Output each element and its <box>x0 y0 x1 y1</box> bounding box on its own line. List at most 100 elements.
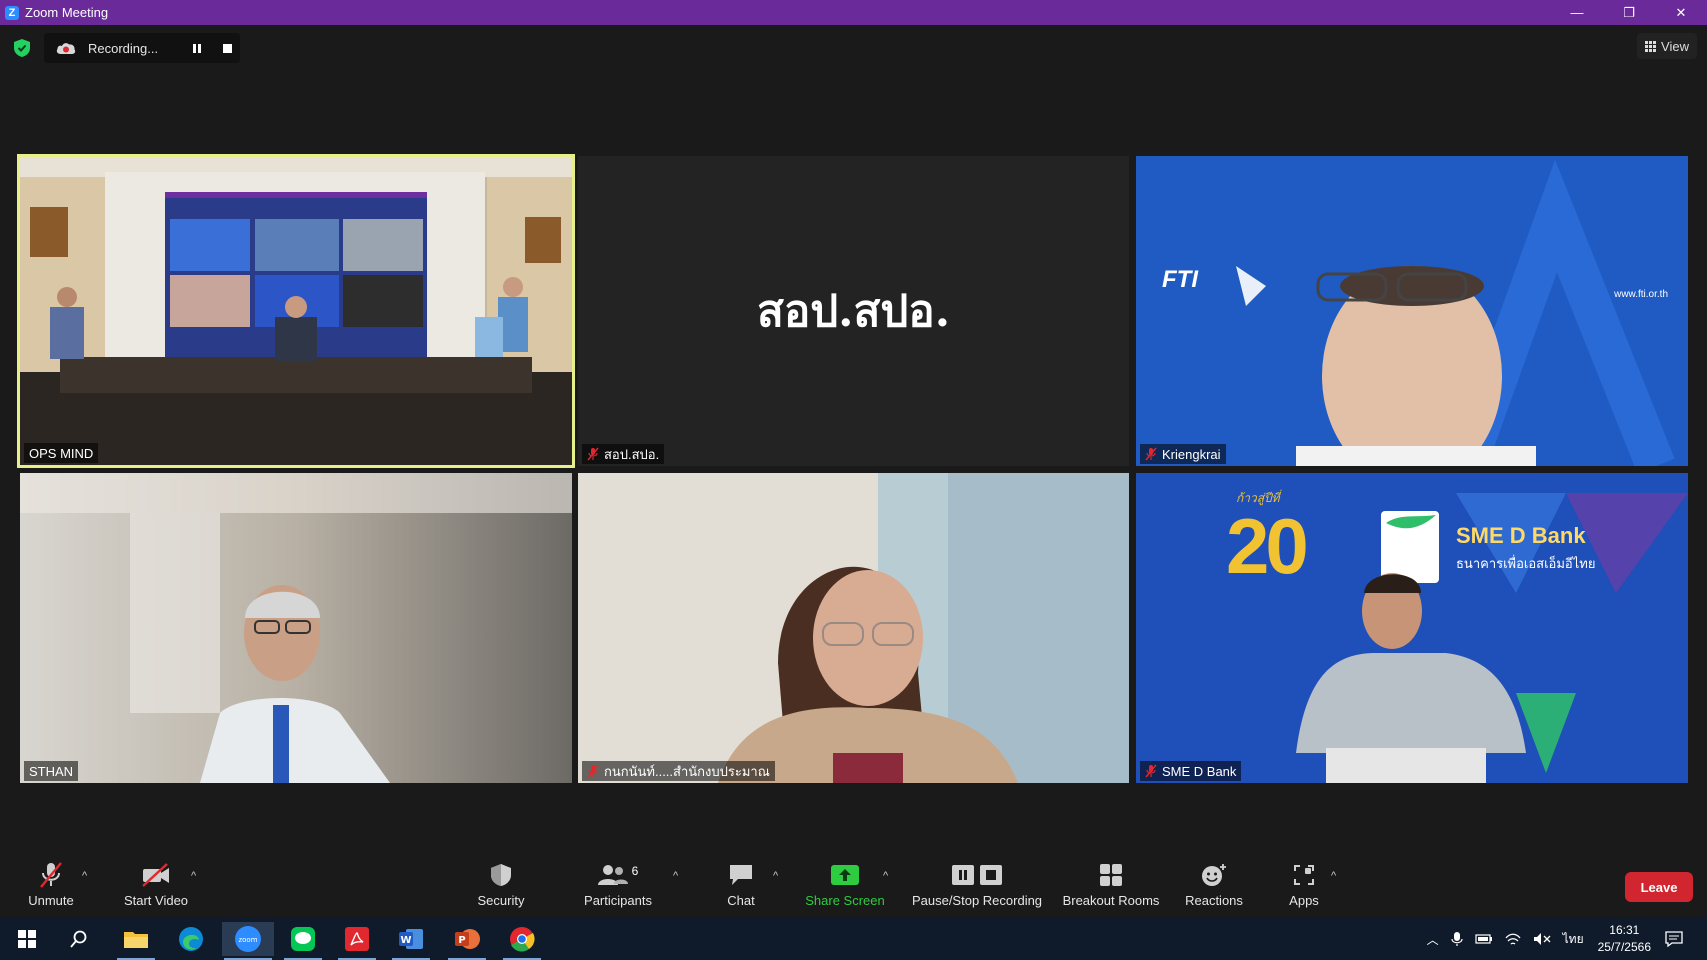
windows-logo-icon <box>18 930 36 948</box>
start-video-label: Start Video <box>123 893 189 908</box>
encryption-shield-icon[interactable] <box>14 39 30 57</box>
svg-text:P: P <box>458 935 465 946</box>
apps-label: Apps <box>1289 893 1319 908</box>
share-screen-button[interactable]: Share Screen <box>802 850 888 915</box>
pause-stop-recording-label: Pause/Stop Recording <box>911 893 1043 908</box>
svg-text:W: W <box>400 935 411 946</box>
taskbar-powerpoint[interactable]: P <box>446 922 488 960</box>
video-tile-sorpor[interactable]: สอป.สปอ. สอป.สปอ. <box>578 156 1129 466</box>
video-tile-sthan[interactable]: STHAN <box>20 473 572 783</box>
windows-taskbar: zoom W P ︿ ไทย 16:31 25/7/2566 <box>0 918 1707 960</box>
chat-options-caret-icon[interactable]: ^ <box>773 870 778 882</box>
microphone-tray-icon[interactable] <box>1451 931 1463 947</box>
video-tile-sme-d-bank[interactable]: ก้าวสู่ปีที่ 20 SME D Bank ธนาคารเพื่อเอ… <box>1136 473 1688 783</box>
video-tile-budget-bureau[interactable]: กนกนันท์.....สำนักงบประมาณ <box>578 473 1129 783</box>
fti-url: www.fti.or.th <box>1614 289 1668 300</box>
participant-name: สอป.สปอ. <box>604 446 660 462</box>
word-icon: W <box>399 929 423 949</box>
taskbar-chrome[interactable] <box>501 922 543 960</box>
taskbar-word[interactable]: W <box>390 922 432 960</box>
taskbar-search-button[interactable] <box>58 922 100 956</box>
share-screen-arrow-icon <box>831 865 859 885</box>
muted-mic-icon <box>587 764 599 778</box>
taskbar-line[interactable] <box>282 922 324 960</box>
video-off-icon <box>142 863 169 887</box>
participant-name: Kriengkrai <box>1162 446 1221 462</box>
video-tile-ops-mind[interactable]: OPS MIND <box>17 154 575 468</box>
breakout-rooms-button[interactable]: Breakout Rooms <box>1061 850 1161 915</box>
security-shield-icon <box>491 864 511 886</box>
search-icon <box>70 930 87 948</box>
chat-label: Chat <box>727 893 755 908</box>
breakout-rooms-icon <box>1100 864 1122 886</box>
start-button[interactable] <box>6 922 48 956</box>
grid-view-icon <box>1645 40 1657 52</box>
taskbar-edge[interactable] <box>170 922 212 956</box>
taskbar-acrobat[interactable] <box>336 922 378 960</box>
stop-recording-button[interactable] <box>220 41 234 55</box>
chat-button[interactable]: Chat <box>720 850 762 915</box>
breakout-rooms-label: Breakout Rooms <box>1062 893 1160 908</box>
pause-recording-button[interactable] <box>190 41 204 55</box>
share-options-caret-icon[interactable]: ^ <box>883 870 888 882</box>
battery-icon[interactable] <box>1475 933 1493 945</box>
meeting-controls-toolbar: Unmute ^ Start Video ^ Security 6 Partic… <box>0 850 1707 915</box>
input-language[interactable]: ไทย <box>1563 930 1584 949</box>
participant-display-name: สอป.สปอ. <box>756 286 951 337</box>
fti-logo: FTI <box>1162 266 1198 293</box>
close-button[interactable]: ✕ <box>1655 0 1707 25</box>
recording-indicator: Recording... <box>44 33 240 63</box>
view-button[interactable]: View <box>1637 33 1697 59</box>
meeting-top-bar: Recording... View <box>0 25 1707 70</box>
minimize-button[interactable]: — <box>1551 0 1603 25</box>
restore-button[interactable]: ❐ <box>1603 0 1655 25</box>
reactions-emoji-icon <box>1202 864 1226 886</box>
clock-date: 25/7/2566 <box>1597 940 1651 954</box>
participant-name-tag: Kriengkrai <box>1140 444 1226 464</box>
reactions-button[interactable]: Reactions <box>1183 850 1245 915</box>
edge-browser-icon <box>179 927 203 951</box>
clock-time: 16:31 <box>1609 923 1640 937</box>
reactions-label: Reactions <box>1185 893 1243 908</box>
muted-mic-icon <box>1145 764 1157 778</box>
folder-icon <box>124 932 148 948</box>
chat-bubble-icon <box>730 865 752 885</box>
video-options-caret-icon[interactable]: ^ <box>191 870 196 882</box>
wifi-icon[interactable] <box>1505 932 1521 946</box>
security-button[interactable]: Security <box>470 850 532 915</box>
cloud-recording-icon <box>56 43 76 54</box>
sme-d-bank-background <box>1136 473 1688 783</box>
participant-name-tag: กนกนันท์.....สำนักงบประมาณ <box>582 761 775 781</box>
apps-button[interactable]: Apps <box>1283 850 1325 915</box>
participants-options-caret-icon[interactable]: ^ <box>673 870 678 882</box>
conference-room-video <box>20 157 572 465</box>
notifications-icon[interactable] <box>1665 931 1683 947</box>
participant-name-tag: สอป.สปอ. <box>582 444 665 464</box>
pause-stop-recording-button[interactable]: Pause/Stop Recording <box>909 850 1045 915</box>
sthan-video <box>20 473 572 783</box>
participant-name: กนกนันท์.....สำนักงบประมาณ <box>604 763 770 779</box>
taskbar-file-explorer[interactable] <box>115 922 157 960</box>
budget-bureau-video <box>578 473 1129 783</box>
stop-icon <box>223 44 232 53</box>
video-tile-kriengkrai[interactable]: FTI www.fti.or.th Kriengkrai <box>1136 156 1688 466</box>
muted-mic-icon <box>587 447 599 461</box>
taskbar-zoom[interactable]: zoom <box>222 922 274 960</box>
leave-button[interactable]: Leave <box>1625 872 1693 902</box>
apps-options-caret-icon[interactable]: ^ <box>1331 870 1336 882</box>
participants-icon <box>597 865 628 885</box>
bank-title: SME D Bank <box>1456 523 1586 548</box>
recording-status-text: Recording... <box>88 40 159 56</box>
participants-button[interactable]: 6 Participants <box>580 850 656 915</box>
unmute-button[interactable]: Unmute <box>22 850 80 915</box>
start-video-button[interactable]: Start Video <box>118 850 194 915</box>
system-clock[interactable]: 16:31 25/7/2566 <box>1598 922 1651 956</box>
participant-name: SME D Bank <box>1162 763 1237 779</box>
audio-options-caret-icon[interactable]: ^ <box>82 870 87 882</box>
pause-stop-recording-icon <box>952 865 1002 885</box>
pdf-reader-icon <box>345 927 369 951</box>
muted-mic-icon <box>1145 447 1157 461</box>
volume-muted-icon[interactable] <box>1533 932 1551 946</box>
show-hidden-icons-chevron-icon[interactable]: ︿ <box>1427 931 1439 948</box>
share-screen-label: Share Screen <box>805 893 885 908</box>
